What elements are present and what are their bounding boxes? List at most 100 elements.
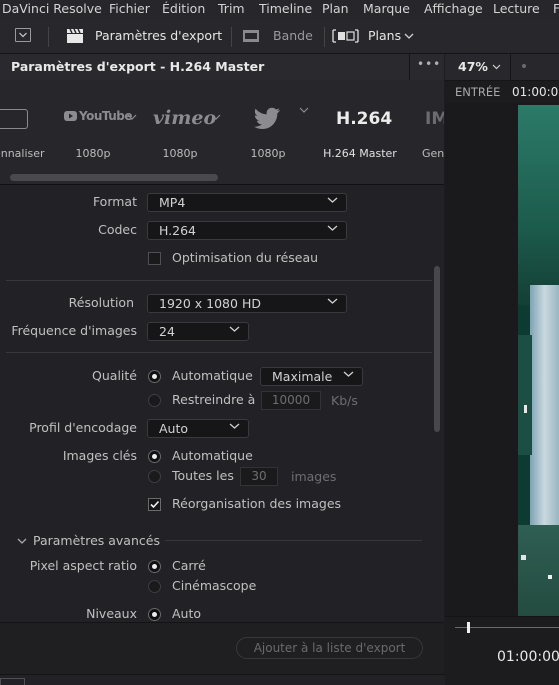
preset-h264-master[interactable]: H.264 H.264 Master <box>322 80 398 184</box>
bitrate-unit: Kb/s <box>331 393 358 408</box>
menu-trim[interactable]: Trim <box>218 1 245 16</box>
menu-timeline[interactable]: Timeline <box>259 1 312 16</box>
film-strip-icon <box>243 30 259 42</box>
levels-label: Niveaux <box>86 606 137 621</box>
levels-row: Niveaux Auto <box>0 600 434 622</box>
preset-sub-custom: onnaliser <box>0 147 45 160</box>
preset-twitter[interactable]: 1080p <box>236 80 309 184</box>
chevron-down-icon <box>299 107 309 113</box>
settings-scrollbar[interactable] <box>434 266 440 432</box>
scrubber-track[interactable] <box>455 627 559 628</box>
network-optimization-label: Optimisation du réseau <box>172 250 319 265</box>
par-cinemascope-label: Cinémascope <box>172 578 257 593</box>
quality-restrict-radio[interactable] <box>148 394 161 407</box>
preset-youtube[interactable]: YouTube 1080p <box>60 80 137 184</box>
preset-scrollbar[interactable] <box>10 174 218 181</box>
quality-label: Qualité <box>92 368 137 383</box>
preset-vimeo[interactable]: vimeo 1080p <box>147 80 221 184</box>
frame-reorder-checkbox[interactable] <box>148 498 161 511</box>
encoding-profile-label: Profil d'encodage <box>29 420 137 435</box>
par-square-radio[interactable] <box>148 560 161 573</box>
custom-preset-icon <box>0 109 28 129</box>
codec-label: Codec <box>98 222 137 237</box>
framerate-label: Fréquence d'images <box>11 323 137 338</box>
par-cinemascope-radio[interactable] <box>148 580 161 593</box>
codec-dropdown[interactable]: H.264 <box>147 221 347 240</box>
keyframes-auto-radio[interactable] <box>148 450 161 463</box>
chevron-down-icon <box>492 64 501 70</box>
menu-bar: DaVinci Resolve Fichier Édition Trim Tim… <box>0 0 559 19</box>
resolution-value: 1920 x 1080 HD <box>159 296 261 311</box>
bande-label: Bande <box>273 28 313 43</box>
advanced-settings-label: Paramètres avancés <box>33 533 160 548</box>
menu-marque[interactable]: Marque <box>363 1 410 16</box>
entry-label: ENTRÉE <box>455 85 501 99</box>
toolbar-separator <box>324 27 325 47</box>
section-divider <box>6 352 432 353</box>
chevron-down-icon <box>229 423 240 429</box>
codec-value: H.264 <box>159 223 197 238</box>
toolbar: Paramètres d'export Bande Plans <box>0 19 559 54</box>
levels-auto-radio[interactable] <box>148 608 161 621</box>
quality-level-value: Maximale <box>272 369 333 384</box>
preset-custom[interactable]: onnaliser <box>0 80 50 184</box>
vimeo-logo: vimeo <box>153 107 217 129</box>
chevron-down-icon <box>17 538 27 544</box>
h264-logo: H.264 <box>336 109 393 129</box>
framerate-dropdown[interactable]: 24 <box>147 322 249 341</box>
network-optimization-checkbox[interactable] <box>148 252 161 265</box>
menu-affichage[interactable]: Affichage <box>424 1 483 16</box>
levels-auto-label: Auto <box>172 606 202 621</box>
menu-davinci-resolve[interactable]: DaVinci Resolve <box>2 1 102 16</box>
current-timecode: 01:00:00 <box>497 649 559 665</box>
export-footer: Ajouter à la liste d'export <box>0 622 444 675</box>
format-label: Format <box>92 194 137 209</box>
resolution-dropdown[interactable]: 1920 x 1080 HD <box>147 294 347 313</box>
video-region <box>518 105 559 305</box>
chevron-down-icon <box>211 114 221 120</box>
viewer-info-bar: ENTRÉE 01:00:00 <box>445 81 559 103</box>
viewer-panel: 47% ENTRÉE 01:00:00 01:00:00 <box>445 54 559 685</box>
toolbar-separator <box>231 27 232 47</box>
clapperboard-icon <box>67 28 83 43</box>
panel-toggle-icon[interactable] <box>15 28 31 42</box>
keyframes-every-radio[interactable] <box>148 470 161 483</box>
keyframes-auto-label: Automatique <box>172 448 253 463</box>
quality-auto-radio[interactable] <box>148 370 161 383</box>
preset-sub-imf: Gen <box>422 147 444 160</box>
encoding-profile-dropdown[interactable]: Auto <box>147 419 249 438</box>
menu-more[interactable]: F <box>553 1 559 16</box>
imf-logo: IM <box>425 109 444 129</box>
format-value: MP4 <box>159 195 186 210</box>
preset-sub-twitter: 1080p <box>250 147 286 160</box>
panel-options-icon[interactable]: ••• <box>417 57 441 71</box>
preset-imf[interactable]: IM Gen <box>420 80 444 184</box>
menu-edition[interactable]: Édition <box>162 1 205 16</box>
keyframes-interval-input[interactable]: 30 <box>240 467 278 486</box>
par-square-label: Carré <box>172 558 206 573</box>
format-dropdown[interactable]: MP4 <box>147 193 347 212</box>
preset-bar: onnaliser YouTube 1080p vimeo 1080p 1080… <box>0 80 444 185</box>
quality-restrict-label: Restreindre à <box>172 392 256 407</box>
youtube-logo: YouTube <box>79 109 133 123</box>
checkmark-icon <box>150 500 160 509</box>
entry-timecode: 01:00:00 <box>512 85 559 99</box>
preset-sub-youtube: 1080p <box>75 147 111 160</box>
viewer-transport: 01:00:00 <box>445 616 559 685</box>
menu-fichier[interactable]: Fichier <box>109 1 150 16</box>
bitrate-input[interactable]: 10000 <box>261 391 321 410</box>
menu-plan[interactable]: Plan <box>322 1 349 16</box>
add-to-render-queue-button[interactable]: Ajouter à la liste d'export <box>236 637 423 659</box>
twitter-bird-icon <box>254 107 280 129</box>
menu-lecture[interactable]: Lecture <box>493 1 540 16</box>
playhead[interactable] <box>467 622 470 633</box>
chevron-down-icon <box>404 33 414 39</box>
chevron-down-icon <box>127 114 137 120</box>
panel-title: Paramètres d'export - H.264 Master <box>11 59 265 74</box>
zoom-level[interactable]: 47% <box>458 59 488 74</box>
keyframes-label: Images clés <box>62 448 137 463</box>
preset-sub-vimeo: 1080p <box>162 147 198 160</box>
quality-level-dropdown[interactable]: Maximale <box>260 367 363 386</box>
pixel-aspect-ratio-label: Pixel aspect ratio <box>29 558 137 573</box>
video-frame[interactable] <box>518 105 559 665</box>
